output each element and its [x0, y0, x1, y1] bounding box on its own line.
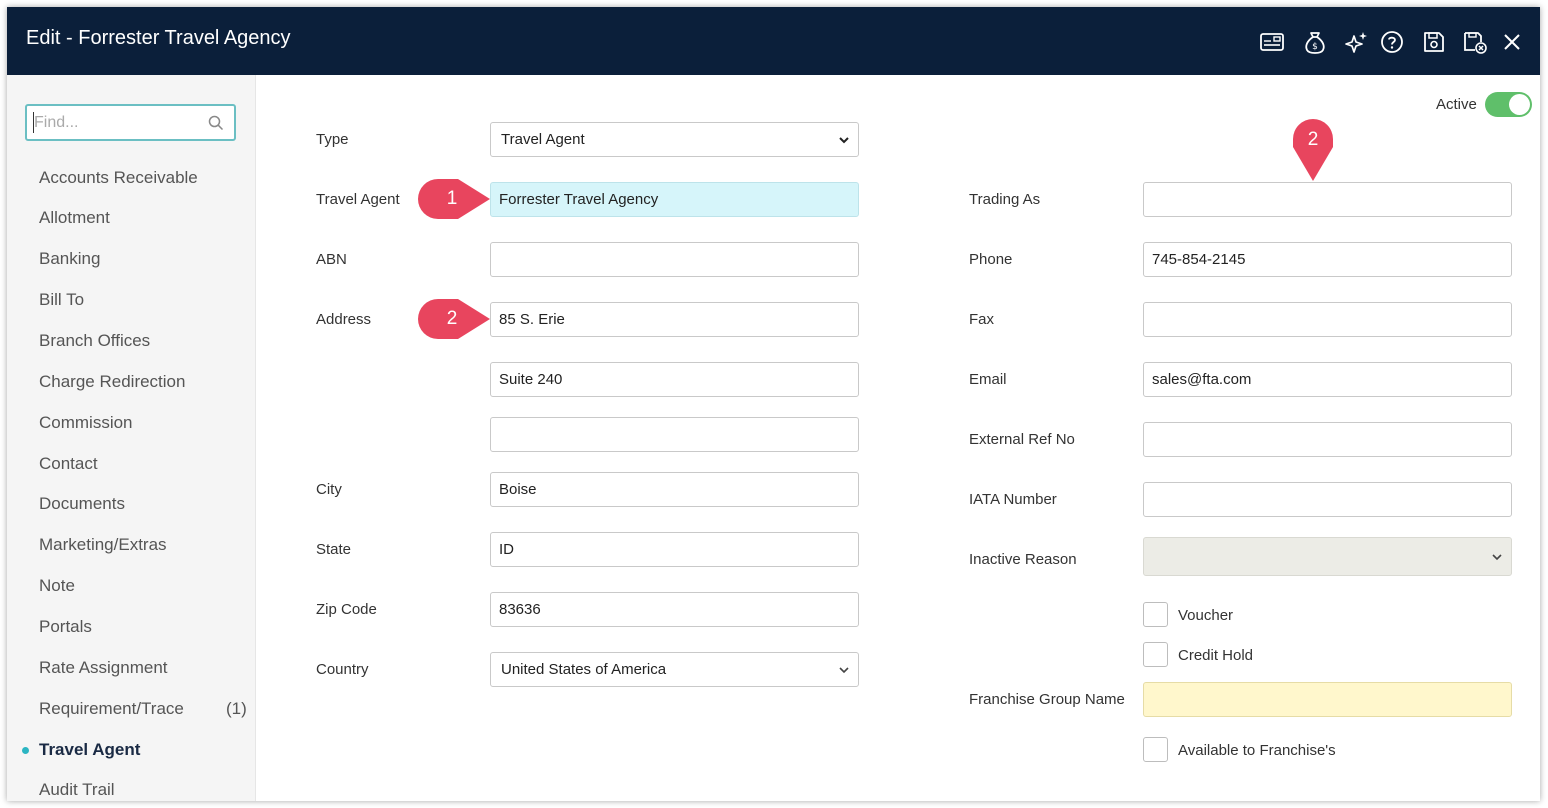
address-line2-field[interactable] — [490, 362, 859, 397]
franchise-group-label: Franchise Group Name — [969, 691, 1125, 708]
sidebar-item-marketing-extras[interactable]: Marketing/Extras — [39, 535, 167, 559]
credit-hold-checkbox[interactable] — [1143, 642, 1168, 667]
close-icon[interactable] — [1499, 29, 1525, 55]
type-value: Travel Agent — [501, 131, 585, 148]
chevron-down-icon — [1492, 554, 1502, 561]
search-box[interactable] — [25, 104, 236, 141]
address-line3-field[interactable] — [490, 417, 859, 452]
help-icon[interactable] — [1379, 29, 1405, 55]
active-toggle[interactable] — [1485, 92, 1532, 117]
zip-code-label: Zip Code — [316, 601, 377, 618]
callout-marker-1: 1 — [418, 179, 498, 224]
zip-code-field[interactable] — [490, 592, 859, 627]
city-label: City — [316, 481, 342, 498]
external-ref-field[interactable] — [1143, 422, 1512, 457]
external-ref-label: External Ref No — [969, 431, 1075, 448]
sidebar-item-requirement-trace[interactable]: Requirement/Trace — [39, 699, 184, 723]
address-line1-field[interactable] — [490, 302, 859, 337]
country-value: United States of America — [501, 661, 667, 678]
sidebar-item-commission[interactable]: Commission — [39, 413, 133, 437]
travel-agent-label: Travel Agent — [316, 191, 400, 208]
sidebar: Accounts Receivable Allotment Banking Bi… — [7, 75, 256, 801]
window-title: Edit - Forrester Travel Agency — [26, 27, 291, 49]
credit-hold-label: Credit Hold — [1178, 647, 1254, 664]
email-label: Email — [969, 371, 1007, 388]
sidebar-item-accounts-receivable[interactable]: Accounts Receivable — [39, 168, 198, 192]
available-franchise-checkbox[interactable] — [1143, 737, 1168, 762]
sidebar-item-charge-redirection[interactable]: Charge Redirection — [39, 372, 185, 396]
callout-marker-2-address-number: 2 — [446, 308, 458, 329]
sparkle-icon[interactable] — [1343, 29, 1369, 55]
save-close-icon[interactable] — [1462, 29, 1488, 55]
country-select[interactable]: United States of America — [490, 652, 859, 687]
svg-text:$: $ — [1312, 42, 1318, 52]
available-franchise-label: Available to Franchise's — [1178, 742, 1336, 759]
type-select[interactable]: Travel Agent — [490, 122, 859, 157]
active-indicator-dot — [22, 747, 29, 754]
travel-agent-field[interactable] — [490, 182, 859, 217]
callout-marker-2-trading: 2 — [1293, 119, 1333, 188]
sidebar-item-branch-offices[interactable]: Branch Offices — [39, 331, 150, 355]
inactive-reason-select[interactable] — [1143, 537, 1512, 576]
sidebar-item-audit-trail[interactable]: Audit Trail — [39, 780, 115, 801]
trading-as-label: Trading As — [969, 191, 1041, 208]
iata-number-field[interactable] — [1143, 482, 1512, 517]
main-form: Active Type Travel Agent Travel Agent AB… — [256, 75, 1540, 801]
address-label: Address — [316, 311, 372, 328]
sidebar-item-contact[interactable]: Contact — [39, 454, 98, 478]
iata-number-label: IATA Number — [969, 491, 1057, 508]
city-field[interactable] — [490, 472, 859, 507]
card-icon[interactable] — [1259, 29, 1285, 55]
callout-marker-2-address: 2 — [418, 299, 498, 344]
abn-label: ABN — [316, 251, 347, 268]
state-field[interactable] — [490, 532, 859, 567]
sidebar-item-travel-agent[interactable]: Travel Agent — [39, 740, 140, 764]
sidebar-item-banking[interactable]: Banking — [39, 249, 100, 273]
franchise-group-field[interactable] — [1143, 682, 1512, 717]
voucher-label: Voucher — [1178, 607, 1234, 624]
callout-marker-1-number: 1 — [446, 188, 458, 209]
search-icon — [208, 115, 224, 131]
phone-label: Phone — [969, 251, 1013, 268]
active-label: Active — [1436, 96, 1477, 113]
sidebar-item-portals[interactable]: Portals — [39, 617, 92, 641]
save-icon[interactable] — [1421, 29, 1447, 55]
fax-field[interactable] — [1143, 302, 1512, 337]
sidebar-item-bill-to[interactable]: Bill To — [39, 290, 84, 314]
inactive-reason-label: Inactive Reason — [969, 551, 1077, 568]
chevron-down-icon — [839, 137, 849, 144]
toggle-knob — [1509, 94, 1530, 115]
country-label: Country — [316, 661, 369, 678]
email-field[interactable] — [1143, 362, 1512, 397]
voucher-checkbox[interactable] — [1143, 602, 1168, 627]
sidebar-item-allotment[interactable]: Allotment — [39, 208, 110, 232]
callout-marker-2-trading-number: 2 — [1307, 129, 1319, 150]
search-input[interactable] — [33, 112, 203, 133]
type-label: Type — [316, 131, 349, 148]
requirement-count-badge: (1) — [226, 699, 247, 718]
edit-window: Edit - Forrester Travel Agency $ Ac — [7, 7, 1540, 801]
fax-label: Fax — [969, 311, 995, 328]
chevron-down-icon — [839, 667, 849, 674]
abn-field[interactable] — [490, 242, 859, 277]
state-label: State — [316, 541, 352, 558]
sidebar-item-documents[interactable]: Documents — [39, 494, 125, 518]
sidebar-item-rate-assignment[interactable]: Rate Assignment — [39, 658, 168, 682]
phone-field[interactable] — [1143, 242, 1512, 277]
money-bag-icon[interactable]: $ — [1302, 29, 1328, 55]
title-bar: Edit - Forrester Travel Agency $ — [7, 7, 1540, 75]
sidebar-item-note[interactable]: Note — [39, 576, 75, 600]
